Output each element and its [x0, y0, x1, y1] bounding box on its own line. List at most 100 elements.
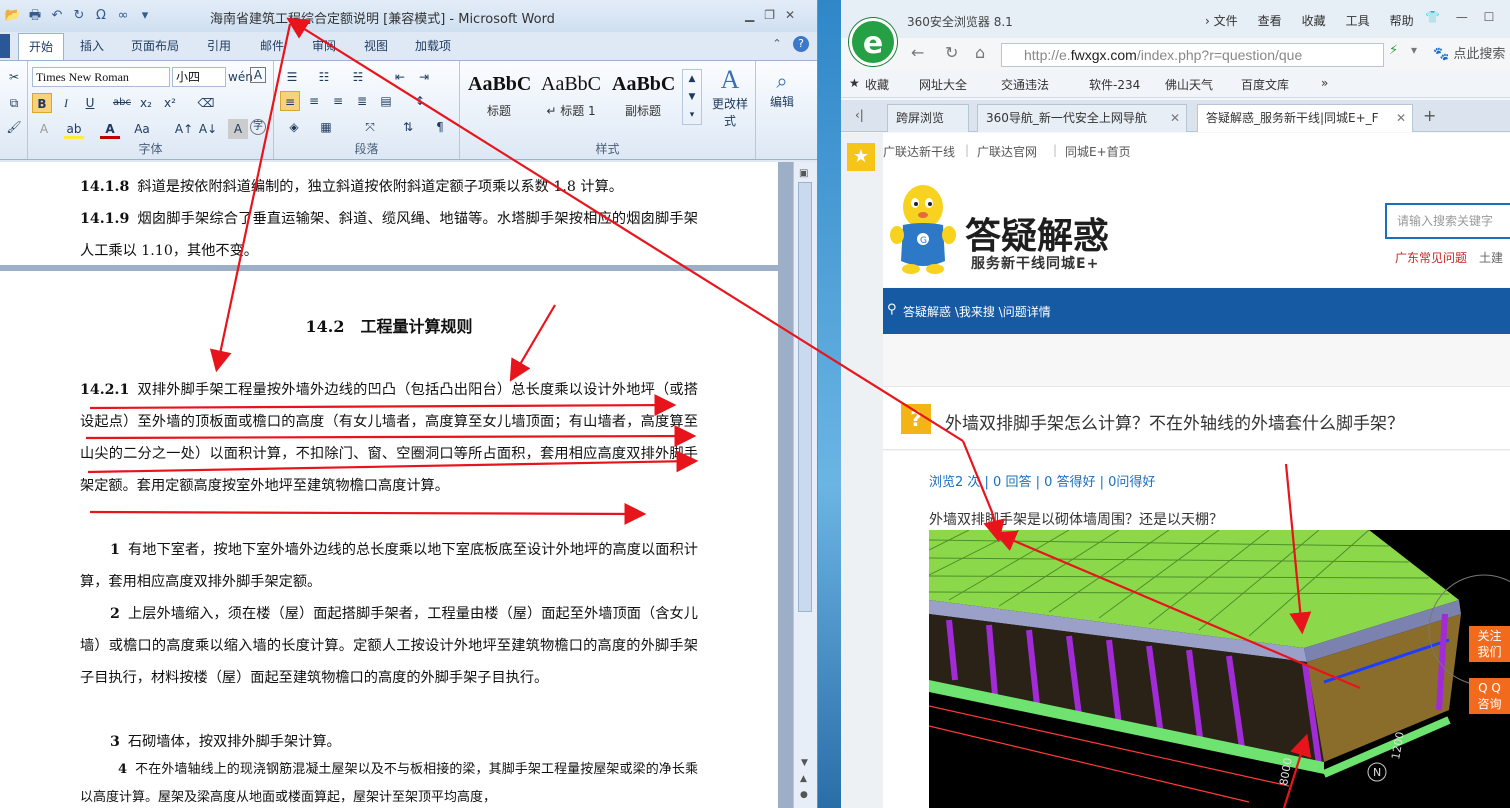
font-color-icon[interactable]: A: [100, 119, 120, 139]
close-tab-icon[interactable]: ✕: [1396, 105, 1406, 131]
grow-font-icon[interactable]: A↑: [174, 119, 194, 139]
home-icon[interactable]: ⌂: [975, 43, 985, 62]
more-favorites-icon[interactable]: »: [1321, 76, 1328, 90]
link-glodon-official[interactable]: 广联达官网: [977, 143, 1037, 160]
edit-button[interactable]: ⌕ 编辑: [762, 69, 802, 110]
undo-icon[interactable]: ↶: [48, 7, 66, 25]
increase-indent-icon[interactable]: ⇥: [414, 67, 434, 87]
multilevel-list-icon[interactable]: ☵: [348, 67, 368, 87]
customize-qat-icon[interactable]: ▾: [136, 7, 154, 25]
font-name-combo[interactable]: Times New Roman: [32, 67, 170, 87]
text-effect-icon[interactable]: A: [34, 119, 54, 139]
change-styles-button[interactable]: A 更改样式: [708, 65, 752, 129]
fav-item[interactable]: 百度文库: [1241, 76, 1289, 93]
menu-view[interactable]: 查看: [1258, 12, 1282, 29]
strikethrough-button[interactable]: abc: [112, 93, 132, 113]
align-right-button[interactable]: ≡: [328, 91, 348, 111]
link-glodon-xgx[interactable]: 广联达新干线: [883, 143, 955, 160]
minimize-icon[interactable]: ▁: [745, 8, 754, 22]
vertical-scrollbar[interactable]: ▣ ▼ ▲ ●: [793, 162, 817, 808]
help-icon[interactable]: ?: [793, 36, 809, 52]
breadcrumb-text[interactable]: 答疑解惑 \我来搜 \问题详情: [903, 303, 1051, 320]
follow-us-button[interactable]: 关注 我们: [1469, 626, 1510, 662]
tab-insert[interactable]: 插入: [80, 37, 104, 54]
bold-button[interactable]: B: [32, 93, 52, 113]
favorite-star-icon[interactable]: ★: [847, 143, 875, 171]
file-tab[interactable]: [0, 34, 10, 58]
fav-item[interactable]: 交通违法: [1001, 76, 1049, 93]
minimize-icon[interactable]: —: [1456, 10, 1468, 24]
skin-icon[interactable]: 👕: [1425, 10, 1440, 24]
refresh-icon[interactable]: ↻: [945, 43, 958, 62]
shrink-font-icon[interactable]: A↓: [198, 119, 218, 139]
collapse-ribbon-icon[interactable]: ⌃: [769, 36, 785, 52]
subscript-button[interactable]: x₂: [136, 93, 156, 113]
tab-cross-screen[interactable]: 跨屏浏览: [887, 104, 969, 132]
font-size-combo[interactable]: 小四: [172, 67, 226, 87]
tab-scroll-left-icon[interactable]: ‹|: [855, 108, 864, 122]
enclose-char-icon[interactable]: 字: [250, 119, 266, 135]
style-subtitle[interactable]: AaBbC 副标题: [612, 67, 675, 127]
underline-button[interactable]: U: [80, 93, 100, 113]
shading-icon[interactable]: ◈: [284, 117, 304, 137]
document-area[interactable]: 14.1.8 斜道是按依附斜道编制的，独立斜道按依附斜道定额子项乘以系数 1.8 …: [0, 162, 793, 808]
superscript-button[interactable]: x²: [160, 93, 180, 113]
open-icon[interactable]: 📂: [4, 7, 22, 25]
tab-home[interactable]: 开始: [18, 33, 65, 61]
menu-file[interactable]: › 文件: [1205, 12, 1238, 29]
maximize-icon[interactable]: ☐: [1484, 10, 1495, 24]
align-left-button[interactable]: ≡: [280, 91, 300, 111]
close-tab-icon[interactable]: ✕: [1170, 105, 1180, 131]
tab-qa-page[interactable]: 答疑解惑_服务新干线|同城E+_F ✕: [1197, 104, 1413, 132]
symbol-icon[interactable]: Ω: [92, 7, 110, 25]
change-case-icon[interactable]: Aa: [132, 119, 152, 139]
tab-mailings[interactable]: 邮件: [260, 37, 284, 54]
highlight-icon[interactable]: ab: [64, 119, 84, 139]
clear-format-icon[interactable]: ⌫: [196, 93, 216, 113]
new-tab-icon[interactable]: +: [1423, 106, 1436, 125]
tab-360-nav[interactable]: 360导航_新一代安全上网导航 ✕: [977, 104, 1187, 132]
styles-scroll-icon[interactable]: ▲ ▼ ▾: [682, 69, 702, 125]
fav-item[interactable]: 佛山天气: [1165, 76, 1213, 93]
character-border-icon[interactable]: A: [250, 67, 266, 83]
italic-button[interactable]: I: [56, 93, 76, 113]
print-icon[interactable]: 🖶: [26, 7, 44, 25]
question-stats[interactable]: 浏览2 次 | 0 回答 | 0 答得好 | 0问得好: [929, 471, 1155, 490]
speed-icon[interactable]: ⚡: [1389, 43, 1398, 58]
distributed-button[interactable]: ▤: [376, 91, 396, 111]
style-title[interactable]: AaBbC 标题: [468, 67, 531, 127]
sort-icon[interactable]: ⇅: [398, 117, 418, 137]
decrease-indent-icon[interactable]: ⇤: [390, 67, 410, 87]
scroll-thumb[interactable]: [798, 182, 812, 612]
tab-addins[interactable]: 加载项: [415, 37, 451, 54]
show-marks-icon[interactable]: ¶: [430, 117, 450, 137]
address-bar[interactable]: http://e.fwxgx.com/index.php?r=question/…: [1001, 43, 1384, 67]
tab-references[interactable]: 引用: [207, 37, 231, 54]
fav-item[interactable]: 收藏: [865, 76, 889, 93]
tab-review[interactable]: 审阅: [312, 37, 336, 54]
menu-tools[interactable]: 工具: [1346, 12, 1370, 29]
tab-page-layout[interactable]: 页面布局: [131, 37, 179, 54]
numbering-icon[interactable]: ☷: [314, 67, 334, 87]
site-search-input[interactable]: 请输入搜索关键字: [1385, 203, 1510, 239]
building-model-image[interactable]: 8000 1200 N: [929, 530, 1510, 808]
search-box[interactable]: 🐾 点此搜索: [1433, 43, 1505, 62]
bullets-icon[interactable]: ☰: [282, 67, 302, 87]
justify-button[interactable]: ≣: [352, 91, 372, 111]
back-icon[interactable]: ←: [911, 43, 924, 62]
link-tongcheng-home[interactable]: 同城E+首页: [1065, 143, 1131, 160]
tab-view[interactable]: 视图: [364, 37, 388, 54]
prev-page-icon[interactable]: ▲: [800, 774, 807, 784]
qq-consult-button[interactable]: Q Q 咨询: [1469, 678, 1510, 714]
equation-icon[interactable]: ∞: [114, 7, 132, 25]
ruler-toggle-icon[interactable]: ▣: [799, 168, 808, 179]
redo-icon[interactable]: ↻: [70, 7, 88, 25]
hot-link[interactable]: 土建: [1479, 251, 1503, 265]
cut-icon[interactable]: ✂: [4, 67, 24, 87]
format-painter-icon[interactable]: 🖌: [4, 117, 24, 137]
align-center-button[interactable]: ≡: [304, 91, 324, 111]
menu-help[interactable]: 帮助: [1390, 12, 1414, 29]
dropdown-icon[interactable]: ▾: [1411, 43, 1417, 57]
style-heading-1[interactable]: AaBbC ↵ 标题 1: [540, 67, 602, 127]
restore-icon[interactable]: ❐: [764, 8, 775, 22]
